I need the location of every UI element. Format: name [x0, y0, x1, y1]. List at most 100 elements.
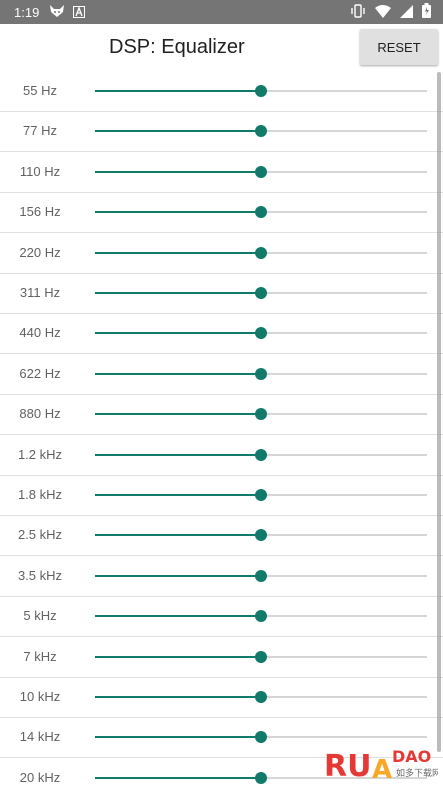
vibrate-icon: [350, 3, 366, 22]
band-label: 311 Hz: [19, 285, 61, 300]
slider-track-fill: [95, 736, 261, 739]
ruandao-watermark-logo: RU A DAO 如多下载网: [322, 740, 441, 785]
band-slider[interactable]: [95, 162, 427, 182]
slider-thumb[interactable]: [255, 408, 267, 421]
slider-track-fill: [95, 332, 261, 335]
band-row: 311 Hz: [0, 274, 443, 314]
slider-thumb[interactable]: [255, 731, 267, 744]
slider-thumb[interactable]: [255, 125, 267, 138]
slider-thumb[interactable]: [255, 448, 267, 461]
slider-thumb[interactable]: [255, 529, 267, 542]
svg-text:A: A: [372, 755, 392, 784]
band-slider[interactable]: [95, 243, 427, 263]
slider-thumb[interactable]: [255, 287, 267, 299]
band-slider[interactable]: [95, 202, 427, 222]
band-slider[interactable]: [95, 364, 427, 384]
slider-track-fill: [95, 170, 261, 173]
band-row: 880 Hz: [0, 395, 443, 436]
slider-track-fill: [95, 372, 261, 375]
slider-track-fill: [95, 696, 261, 698]
band-row: 7 kHz: [0, 638, 443, 678]
slider-thumb[interactable]: [255, 610, 267, 623]
band-slider[interactable]: [95, 566, 427, 586]
band-label: 110 Hz: [19, 163, 61, 179]
band-row: 10 kHz: [0, 678, 443, 718]
band-label: 1.8 kHz: [17, 487, 63, 502]
band-label: 55 Hz: [23, 83, 57, 98]
band-slider[interactable]: [95, 404, 427, 424]
wifi-icon: [375, 3, 391, 22]
band-slider[interactable]: [95, 283, 427, 303]
slider-thumb[interactable]: [255, 489, 267, 501]
band-row: 220 Hz: [0, 234, 443, 274]
band-row: 110 Hz: [0, 153, 443, 193]
band-slider[interactable]: [95, 525, 427, 545]
band-label: 2.5 kHz: [17, 527, 63, 543]
slider-track-fill: [95, 292, 261, 294]
slider-thumb[interactable]: [255, 327, 267, 340]
slider-thumb[interactable]: [255, 85, 267, 97]
slider-thumb[interactable]: [255, 771, 267, 784]
band-label: 5 kHz: [23, 608, 57, 624]
band-label: 440 Hz: [19, 325, 61, 341]
svg-text:如多下载网: 如多下载网: [396, 767, 438, 779]
band-row: 3.5 kHz: [0, 557, 443, 597]
band-label: 7 kHz: [23, 648, 57, 664]
band-label: 622 Hz: [19, 365, 61, 381]
page-title: DSP: Equalizer: [109, 36, 245, 58]
equalizer-band-list[interactable]: 55 Hz 77 Hz 110 Hz 156 Hz 220 Hz 311 Hz 440 Hz…: [0, 72, 443, 789]
slider-track-fill: [95, 130, 261, 133]
band-row: 5 kHz: [0, 597, 443, 638]
battery-icon: [422, 2, 431, 22]
band-label: 10 kHz: [19, 689, 61, 704]
band-label: 20 kHz: [19, 769, 61, 785]
slider-track-fill: [95, 251, 261, 254]
band-row: 1.8 kHz: [0, 476, 443, 516]
slider-thumb[interactable]: [255, 691, 267, 703]
band-row: 440 Hz: [0, 314, 443, 355]
slider-track-fill: [95, 574, 261, 577]
slider-track-fill: [95, 655, 261, 658]
band-slider[interactable]: [95, 121, 427, 141]
slider-thumb[interactable]: [255, 206, 267, 219]
slider-thumb[interactable]: [255, 165, 267, 178]
band-slider[interactable]: [95, 445, 427, 465]
band-row: 1.2 kHz: [0, 436, 443, 476]
slider-thumb[interactable]: [255, 569, 267, 582]
fox-app-icon: [49, 3, 65, 22]
status-time: 1:19: [14, 4, 40, 20]
band-row: 622 Hz: [0, 355, 443, 395]
slider-track-fill: [95, 534, 261, 537]
a-notification-icon: [73, 3, 86, 22]
slider-thumb[interactable]: [255, 367, 267, 380]
scrollbar[interactable]: [437, 72, 441, 752]
svg-text:DAO: DAO: [392, 747, 431, 766]
band-slider[interactable]: [95, 687, 427, 707]
band-label: 220 Hz: [19, 244, 61, 260]
slider-track-fill: [95, 776, 261, 779]
status-bar: 1:19: [0, 0, 443, 24]
band-row: 156 Hz: [0, 193, 443, 234]
band-label: 1.2 kHz: [17, 446, 63, 462]
slider-track-fill: [95, 90, 261, 92]
band-label: 3.5 kHz: [17, 567, 63, 583]
band-slider[interactable]: [95, 485, 427, 505]
band-row: 55 Hz: [0, 72, 443, 112]
signal-icon: [400, 3, 413, 22]
band-slider[interactable]: [95, 606, 427, 626]
slider-track-fill: [95, 615, 261, 618]
slider-thumb[interactable]: [255, 246, 267, 259]
band-label: 77 Hz: [23, 123, 57, 139]
band-label: 156 Hz: [19, 204, 61, 220]
band-slider[interactable]: [95, 323, 427, 343]
slider-track-fill: [95, 413, 261, 416]
band-slider[interactable]: [95, 81, 427, 101]
band-slider[interactable]: [95, 647, 427, 667]
slider-track-fill: [95, 494, 261, 496]
reset-button[interactable]: RESET: [360, 29, 438, 65]
svg-text:RU: RU: [324, 749, 371, 784]
band-row: 77 Hz: [0, 112, 443, 153]
slider-thumb[interactable]: [255, 650, 267, 663]
band-label: 14 kHz: [19, 729, 61, 745]
band-row: 2.5 kHz: [0, 516, 443, 557]
